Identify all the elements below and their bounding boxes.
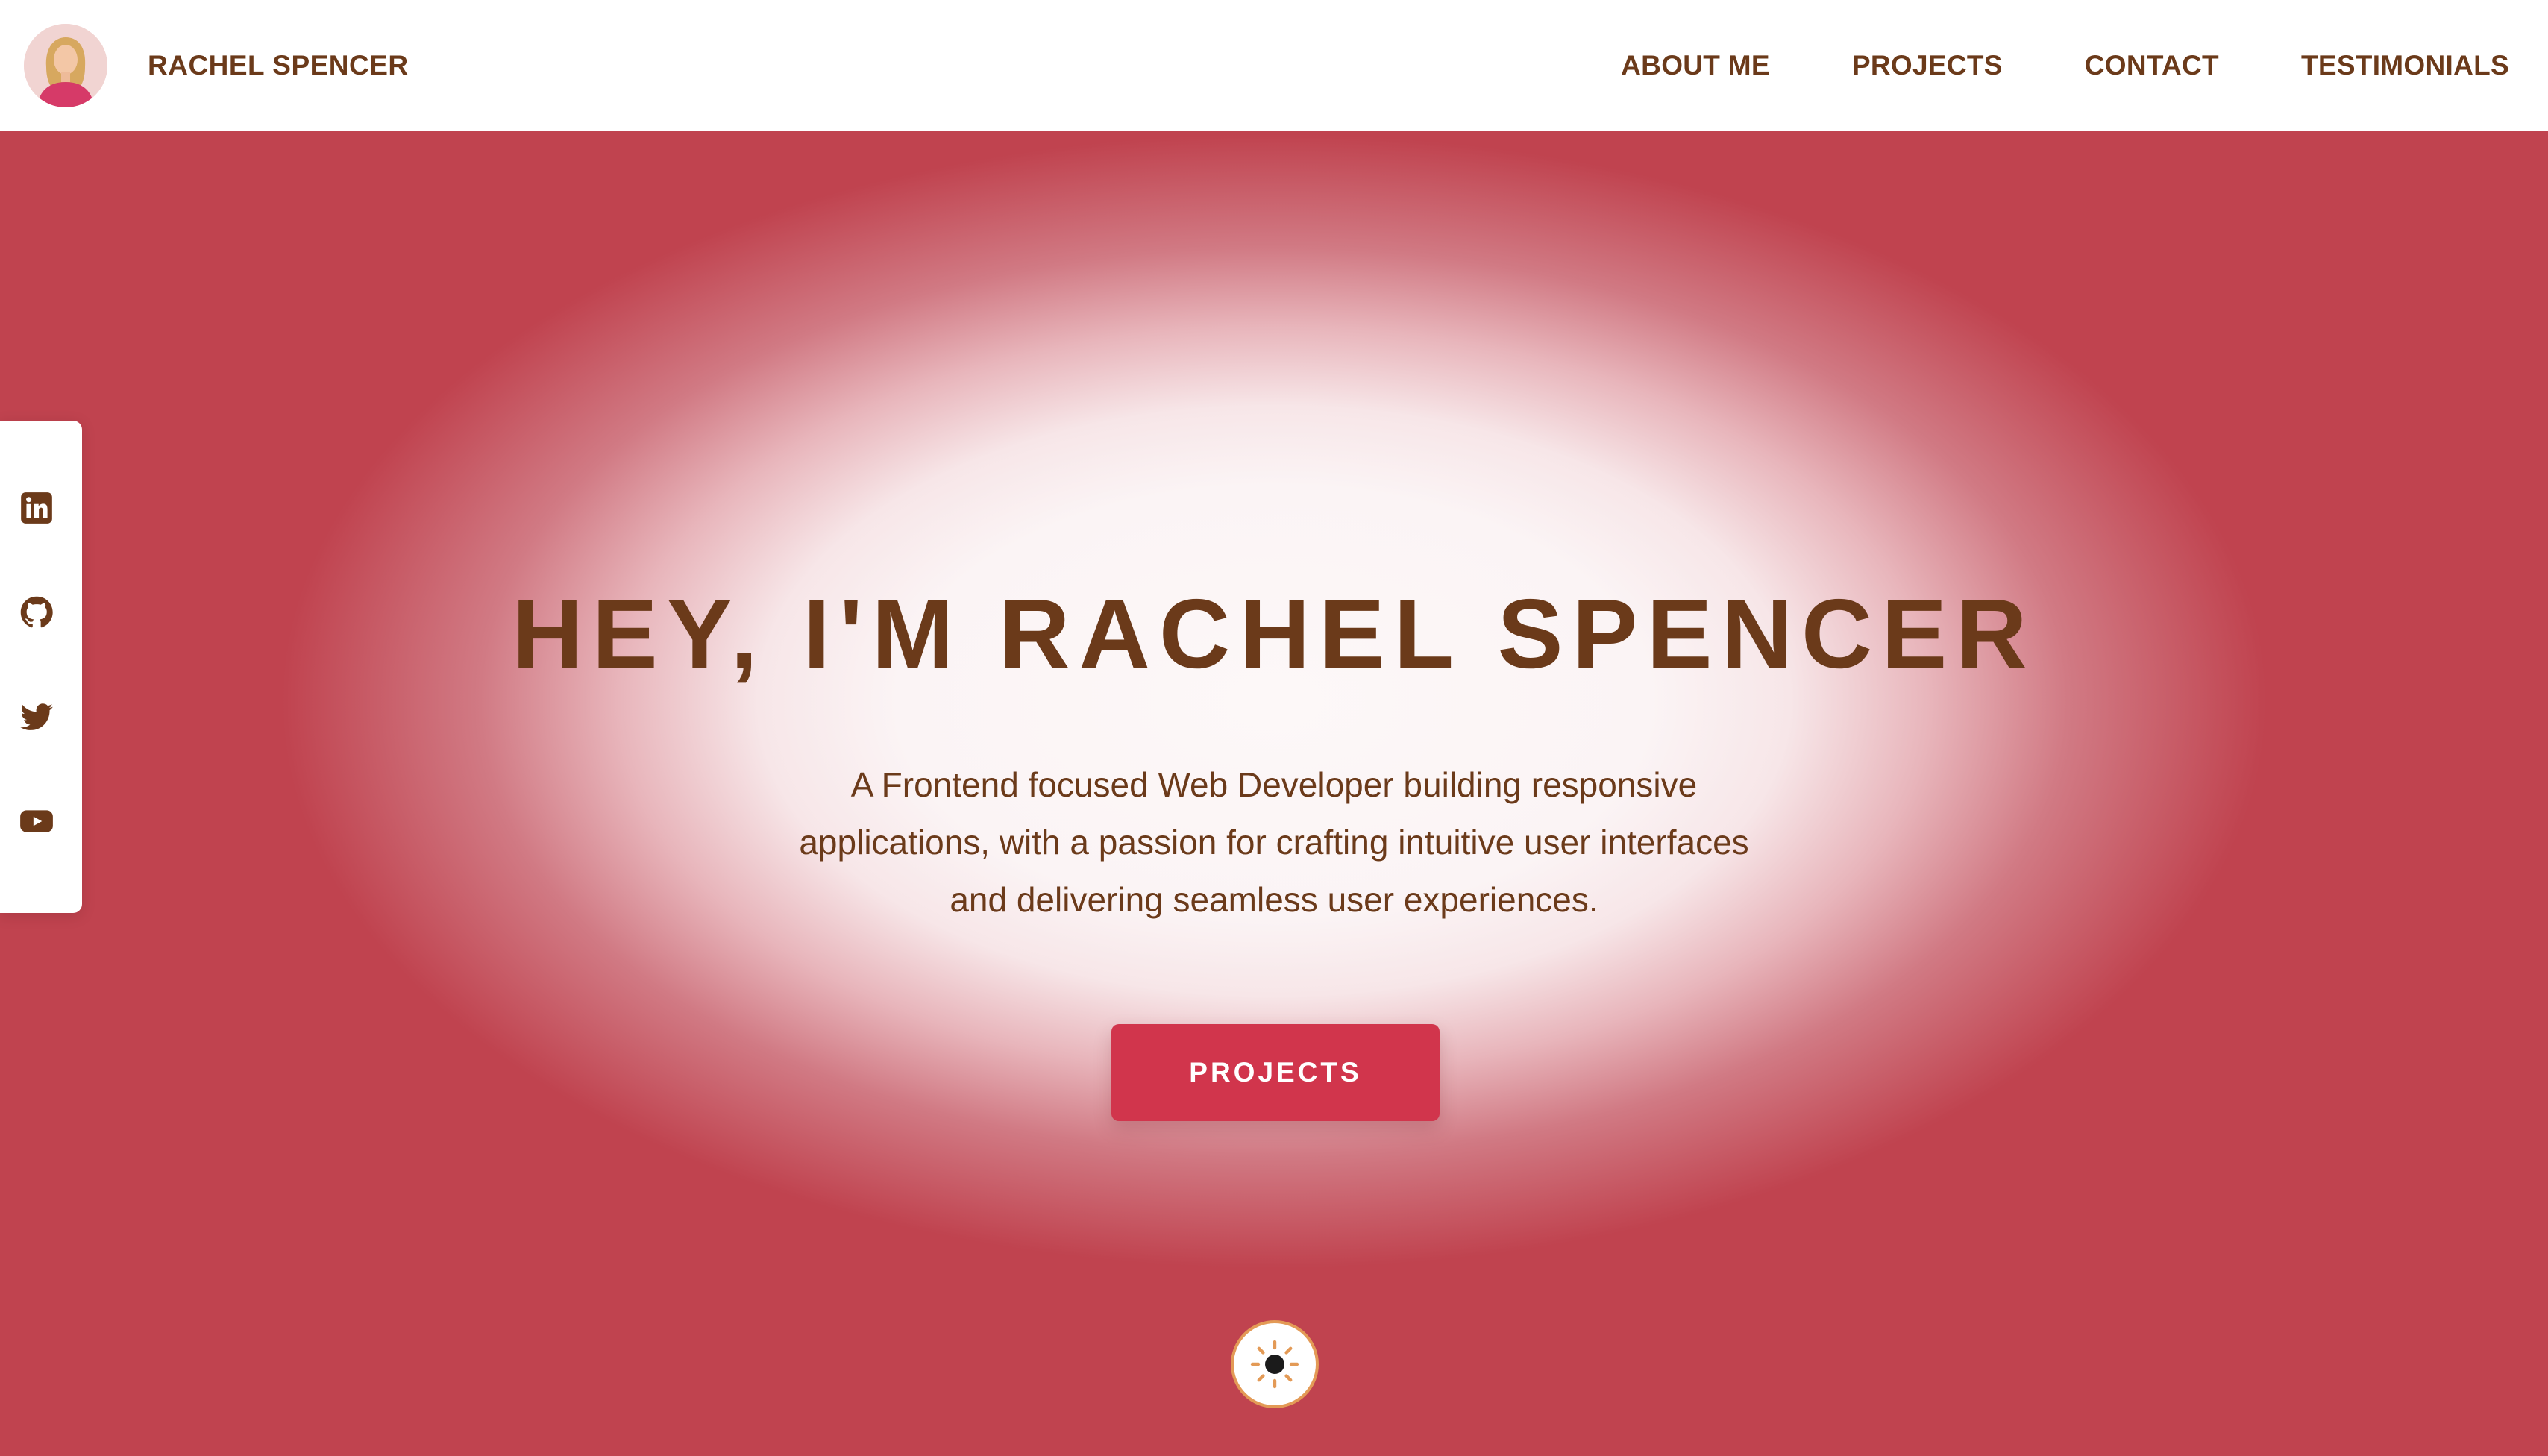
linkedin-icon bbox=[18, 489, 55, 527]
nav-testimonials[interactable]: TESTIMONIALS bbox=[2301, 50, 2509, 81]
page: RACHEL SPENCER ABOUT ME PROJECTS CONTACT… bbox=[0, 0, 2548, 1456]
twitter-icon bbox=[18, 698, 55, 735]
github-link[interactable] bbox=[16, 592, 57, 633]
nav-about-me[interactable]: ABOUT ME bbox=[1621, 50, 1770, 81]
main-nav: ABOUT ME PROJECTS CONTACT TESTIMONIALS bbox=[1621, 50, 2509, 81]
projects-button[interactable]: PROJECTS bbox=[1111, 1024, 1440, 1121]
avatar bbox=[24, 24, 107, 107]
youtube-link[interactable] bbox=[16, 801, 57, 841]
site-header: RACHEL SPENCER ABOUT ME PROJECTS CONTACT… bbox=[0, 0, 2548, 131]
twitter-link[interactable] bbox=[16, 697, 57, 737]
theme-toggle-button[interactable] bbox=[1231, 1320, 1319, 1408]
youtube-icon bbox=[18, 803, 55, 840]
social-links-bar bbox=[0, 421, 82, 913]
nav-projects[interactable]: PROJECTS bbox=[1852, 50, 2003, 81]
brand-name: RACHEL SPENCER bbox=[148, 50, 409, 81]
linkedin-link[interactable] bbox=[16, 488, 57, 528]
sun-icon bbox=[1245, 1334, 1305, 1394]
hero-title: HEY, I'M RACHEL SPENCER bbox=[512, 579, 2036, 688]
nav-contact[interactable]: CONTACT bbox=[2085, 50, 2219, 81]
github-icon bbox=[18, 594, 55, 631]
brand-link[interactable]: RACHEL SPENCER bbox=[24, 24, 409, 107]
hero-section: HEY, I'M RACHEL SPENCER A Frontend focus… bbox=[0, 131, 2548, 1456]
hero-subtitle: A Frontend focused Web Developer buildin… bbox=[799, 765, 1749, 919]
